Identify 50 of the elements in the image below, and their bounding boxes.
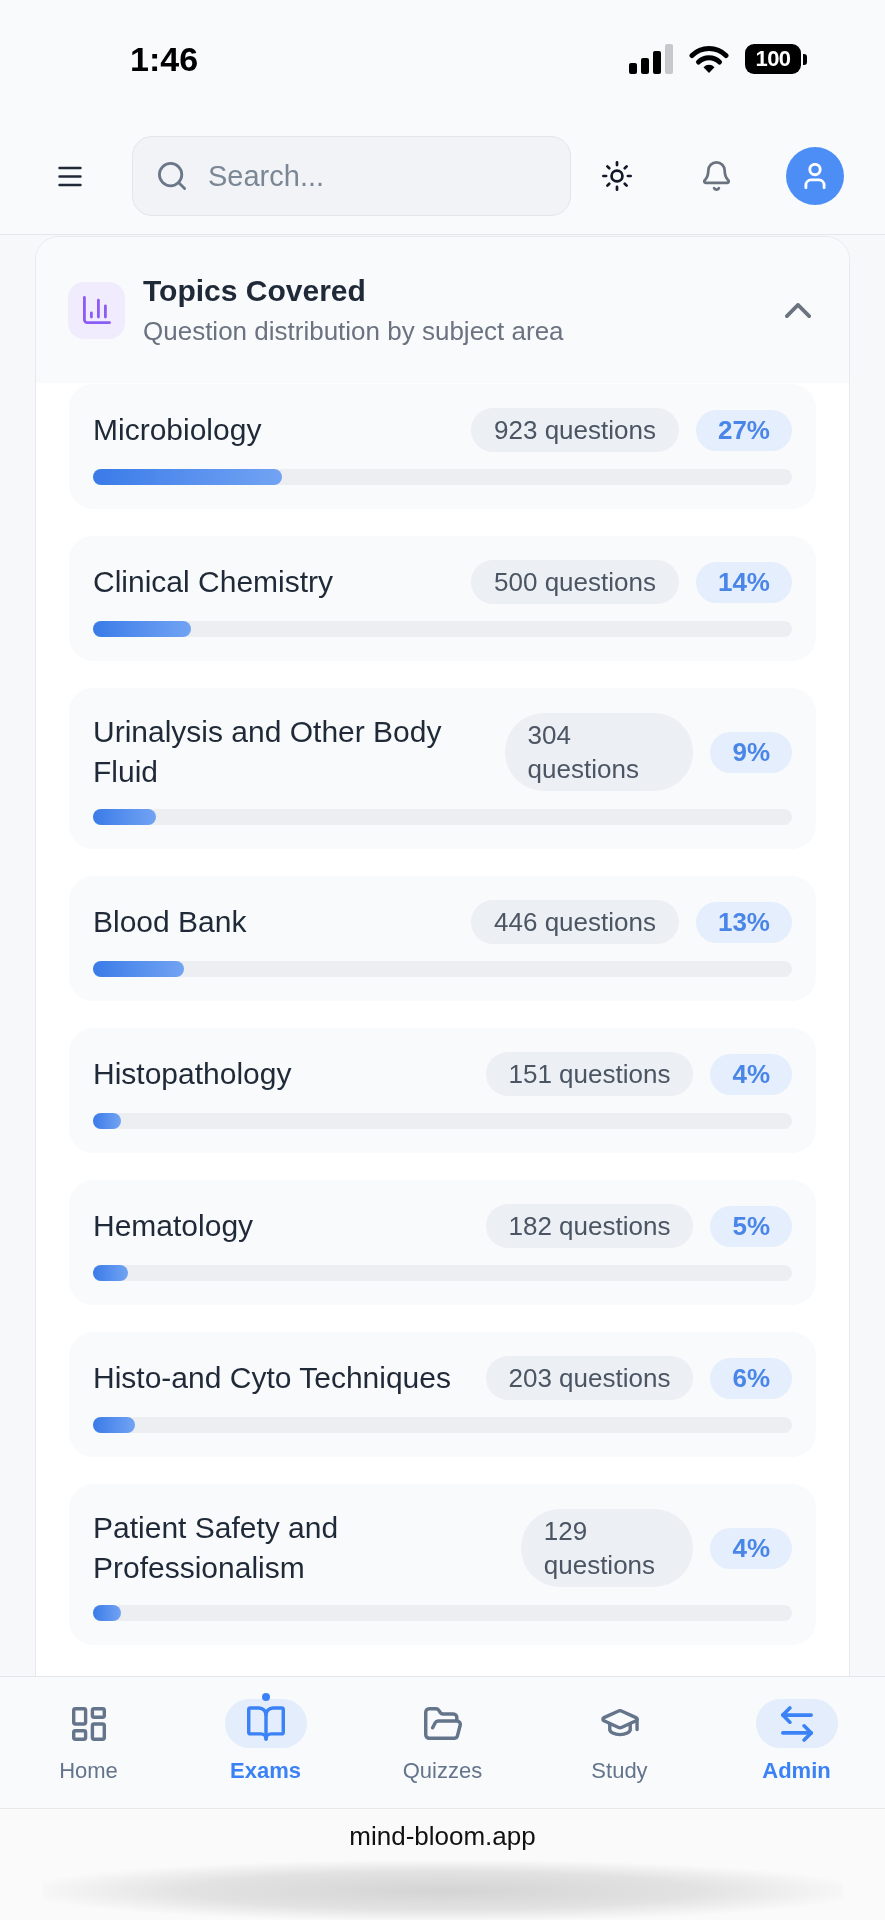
nav-tab[interactable]: Quizzes [401, 1693, 484, 1808]
topic-name: Patient Safety and Professionalism [93, 1510, 340, 1586]
nav-tab[interactable]: Home [47, 1693, 130, 1808]
address-bar-url[interactable]: mind-bloom.app [349, 1821, 536, 1851]
topic-name: Histopathology [93, 1056, 292, 1092]
percent-badge: 9% [710, 731, 792, 773]
topic-name: Blood Bank [93, 904, 247, 940]
percent-badge: 6% [710, 1357, 792, 1399]
signal-icon [629, 44, 673, 74]
user-icon [804, 163, 826, 189]
chevron-up-icon[interactable] [785, 302, 811, 318]
question-count-badge: 151 questions [485, 1052, 694, 1096]
battery-percentage: 100 [755, 47, 791, 71]
question-count-badge: 923 questions [471, 408, 679, 452]
wifi-icon [689, 44, 729, 74]
book-icon [224, 1699, 307, 1748]
folder-icon [423, 1707, 462, 1740]
left-right-arrows-icon [755, 1699, 838, 1748]
question-count-badge: 182 questions [485, 1204, 694, 1248]
question-count-badge: 500 questions [471, 560, 679, 604]
percent-badge: 5% [710, 1205, 792, 1247]
nav-tab[interactable]: Admin [755, 1693, 838, 1808]
topic-name: Clinical Chemistry [93, 564, 334, 600]
topic-name: Histo-and Cyto Techniques [93, 1360, 451, 1396]
question-count-badge: 203 questions [485, 1356, 694, 1400]
search-icon [158, 162, 186, 190]
percent-badge: 4% [710, 1053, 792, 1095]
question-count-badge: 304 questions [504, 713, 694, 791]
card-subtitle: Question distribution by subject area [143, 315, 564, 347]
sun-icon[interactable] [602, 161, 632, 191]
question-count-badge: 129 questions [520, 1509, 694, 1587]
nav-tab[interactable]: Exams [224, 1693, 307, 1808]
bell-icon[interactable] [703, 161, 730, 191]
grid-icon [71, 1706, 106, 1741]
bar-chart-icon [68, 281, 125, 339]
question-count-badge: 446 questions [471, 900, 679, 944]
graduation-cap-icon [600, 1709, 639, 1738]
nav-tab[interactable]: Study [578, 1693, 661, 1808]
percent-badge: 4% [710, 1527, 792, 1569]
percent-badge: 14% [695, 561, 792, 603]
menu-icon[interactable] [58, 165, 82, 187]
avatar-button[interactable] [786, 147, 844, 205]
search-field[interactable]: Search... [132, 136, 571, 216]
status-time: 1:46 [130, 39, 199, 79]
topic-name: Hematology [93, 1208, 254, 1244]
percent-badge: 27% [695, 409, 792, 451]
percent-badge: 13% [695, 901, 792, 943]
topic-name: Microbiology [93, 412, 262, 448]
topic-name: Urinalysis and Other Body Fluid [93, 714, 443, 790]
card-title: Topics Covered [143, 273, 367, 309]
